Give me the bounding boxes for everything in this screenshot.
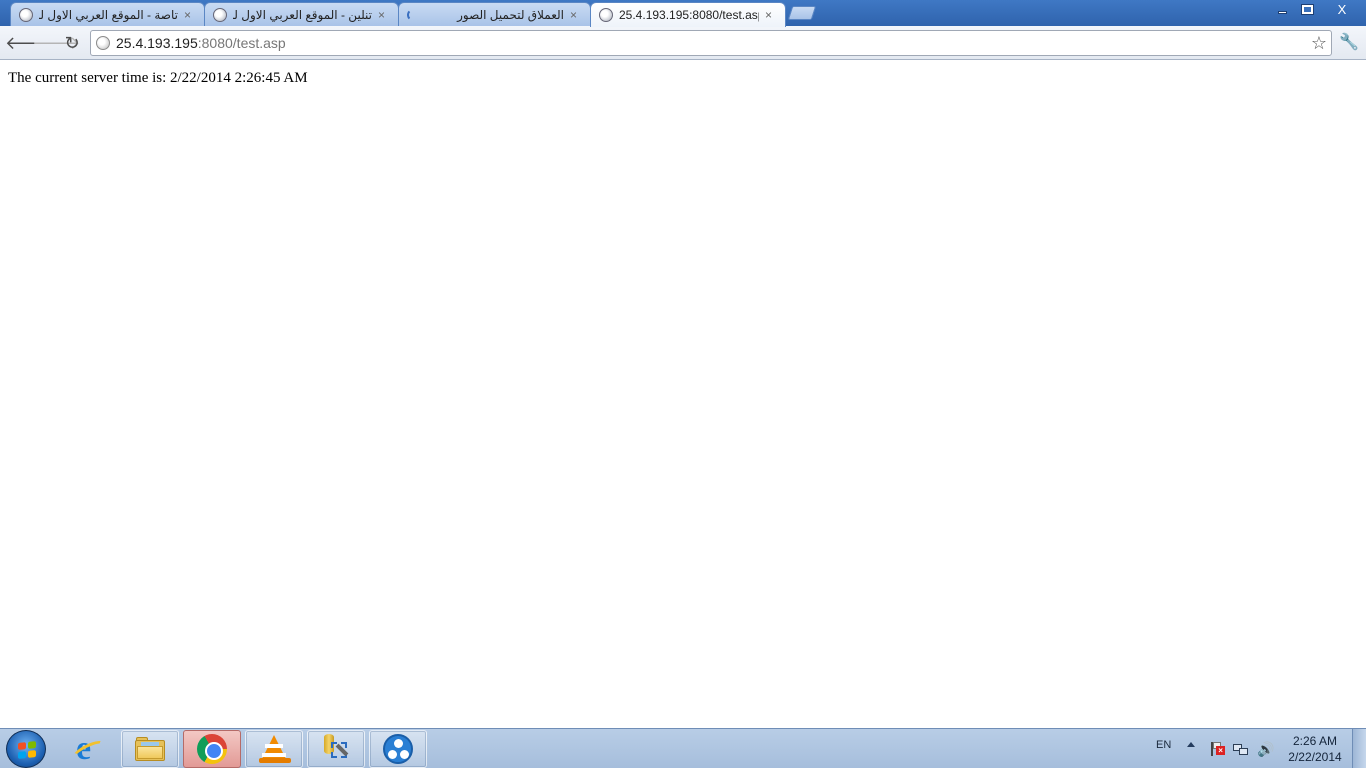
url-path: :8080/test.asp (197, 35, 286, 51)
folder-icon (135, 737, 165, 761)
page-info-icon[interactable] (96, 36, 110, 50)
globe-icon (599, 8, 613, 22)
clock-date: 2/22/2014 (1288, 750, 1342, 764)
taskbar-windows-explorer[interactable] (121, 730, 179, 768)
tab-active[interactable]: 25.4.193.195:8080/test.asp × (590, 2, 786, 27)
vlc-base (259, 758, 291, 763)
chrome-icon (197, 734, 227, 764)
show-hidden-icons-icon[interactable] (1187, 742, 1195, 747)
url-host: 25.4.193.195 (116, 35, 198, 51)
restore-button[interactable] (1294, 0, 1320, 18)
internet-explorer-icon: e (71, 730, 107, 767)
taskbar-blue-app[interactable] (369, 730, 427, 768)
tab-3[interactable]: العملاق لتحميل الصور × (398, 2, 591, 26)
tab-title: 25.4.193.195:8080/test.asp (619, 8, 759, 22)
close-window-button[interactable]: X (1320, 0, 1364, 18)
action-center-flag-icon[interactable]: × (1209, 741, 1225, 757)
close-tab-icon[interactable]: × (765, 9, 777, 21)
start-button[interactable] (6, 730, 46, 768)
taskbar-vlc[interactable] (245, 730, 303, 768)
close-tab-icon[interactable]: × (570, 9, 582, 21)
language-indicator[interactable]: EN (1156, 739, 1171, 751)
browser-toolbar: 🡐 🡒 ↻ 25.4.193.195:8080/test.asp ☆ 🔧 (0, 26, 1366, 60)
new-tab-button[interactable] (787, 6, 817, 20)
taskbar-google-chrome[interactable] (183, 730, 241, 768)
back-button[interactable]: 🡐 (5, 32, 53, 54)
page-content: The current server time is: 2/22/2014 2:… (0, 61, 1366, 728)
tab-2[interactable]: تنلين - الموقع العربي الاول للعبة × (204, 2, 399, 26)
tab-title: العملاق لتحميل الصور (457, 7, 564, 22)
network-icon[interactable] (1233, 741, 1249, 757)
minimize-button[interactable] (1270, 0, 1294, 18)
reload-button[interactable]: ↻ (61, 32, 83, 54)
restore-icon (1300, 3, 1314, 15)
close-icon: X (1337, 1, 1347, 17)
tab-title: تنلين - الموقع العربي الاول للعبة (233, 7, 372, 22)
clock-time: 2:26 AM (1292, 734, 1338, 748)
volume-icon[interactable]: 🔊 (1257, 741, 1274, 757)
server-time-text: The current server time is: 2/22/2014 2:… (8, 70, 308, 86)
wrench-menu-icon[interactable]: 🔧 (1338, 32, 1360, 54)
browser-titlebar: تاصة - الموقع العربي الاول للعبة × تنلين… (0, 0, 1366, 27)
taskbar-internet-explorer[interactable]: e (60, 730, 118, 768)
loading-spinner-icon (407, 8, 419, 21)
bookmark-star-icon[interactable]: ☆ (1311, 31, 1327, 55)
app-circles-icon (383, 734, 413, 764)
tab-title: تاصة - الموقع العربي الاول للعبة (39, 7, 178, 22)
tools-icon (321, 734, 351, 764)
taskbar-tools-app[interactable] (307, 730, 365, 768)
show-desktop-button[interactable] (1352, 729, 1366, 768)
forward-button[interactable]: 🡒 (32, 32, 80, 54)
minimize-icon (1277, 10, 1287, 14)
globe-icon (213, 7, 227, 22)
address-bar[interactable]: 25.4.193.195:8080/test.asp ☆ (90, 30, 1332, 56)
tab-1[interactable]: تاصة - الموقع العربي الاول للعبة × (10, 2, 205, 26)
system-clock[interactable]: 2:26 AM 2/22/2014 (1282, 733, 1348, 765)
close-tab-icon[interactable]: × (378, 9, 390, 21)
windows-logo-icon (18, 741, 36, 759)
globe-icon (19, 7, 33, 22)
close-tab-icon[interactable]: × (184, 9, 196, 21)
